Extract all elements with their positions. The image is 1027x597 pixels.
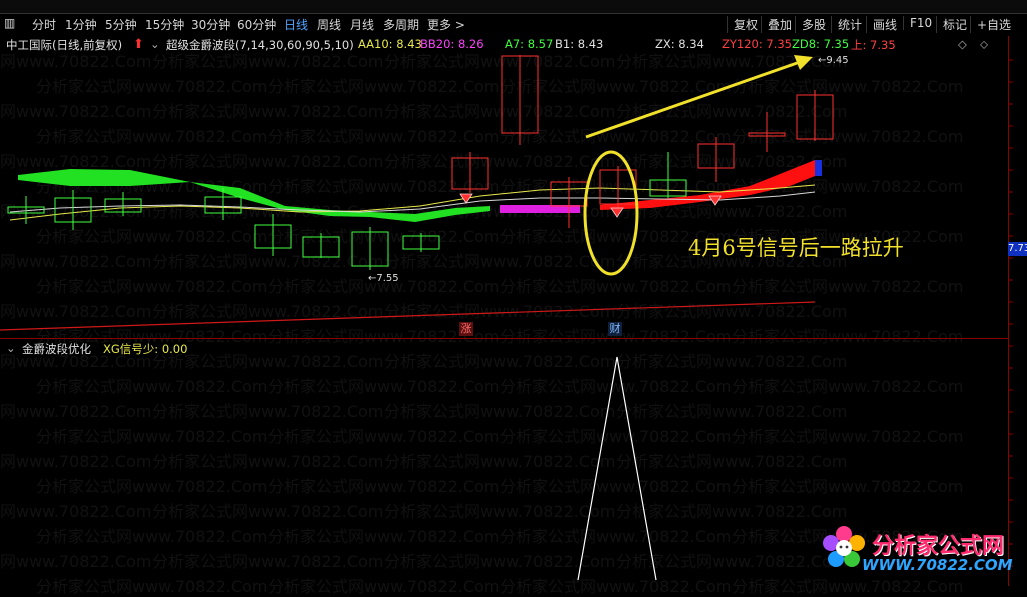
low-price-value: 7.55 <box>376 273 399 284</box>
panel-divider <box>0 338 1008 339</box>
blue-band-tip <box>815 160 822 176</box>
chevron-down-icon[interactable]: ⌄ <box>6 341 16 355</box>
indicator-value-zy120: ZY120: 7.35 <box>722 37 792 51</box>
indicator-value-bb20: BB20: 8.26 <box>420 37 484 51</box>
diamond-icon[interactable]: ◇ <box>958 37 967 51</box>
arrow-up-icon: ⬆ <box>133 37 144 52</box>
indicator-value-aa10: AA10: 8.43 <box>358 37 422 51</box>
signal-tag-cai: 财 <box>608 322 622 336</box>
sub-indicator-value: XG信号少: 0.00 <box>103 342 188 356</box>
diamond-signal-icon <box>610 207 624 218</box>
indicator-value-shang: 上: 7.35 <box>851 38 896 52</box>
sub-indicator-name[interactable]: 金爵波段优化 <box>22 341 91 357</box>
current-price-tag: 7.73 <box>1008 242 1027 256</box>
candlestick-chart <box>0 55 1013 581</box>
expand-icon[interactable]: ⬦ <box>980 37 988 52</box>
low-price-label: ←7.55 <box>368 273 399 284</box>
indicator-value-zx: ZX: 8.34 <box>655 37 704 51</box>
annotation-text: 4月6号信号后一路拉升 <box>688 236 904 260</box>
stock-name: 中工国际(日线,前复权) <box>6 38 123 52</box>
indicator-info-line: 中工国际(日线,前复权) ⬆ ⌄ 超级金爵波段(7,14,30,60,90,5,… <box>0 36 1027 52</box>
green-band <box>18 169 490 222</box>
trend-line <box>0 301 816 331</box>
indicator-value-b1: B1: 8.43 <box>555 37 604 51</box>
signal-tag-zhang: 涨 <box>459 322 473 336</box>
high-price-label: ←9.45 <box>818 55 849 66</box>
annotation-arrow-line <box>585 60 801 139</box>
chevron-down-icon[interactable]: ⌄ <box>150 37 160 51</box>
price-axis: 7.73 <box>1008 36 1027 586</box>
diamond-signal-icon <box>459 193 473 204</box>
logo-url: WWW.70822.COM <box>862 556 1013 574</box>
signal-spike-line <box>577 356 657 581</box>
high-price-value: 9.45 <box>826 55 849 66</box>
indicator-value-a7: A7: 8.57 <box>505 37 554 51</box>
indicator-name[interactable]: 超级金爵波段(7,14,30,60,90,5,10) <box>166 37 354 53</box>
diamond-signal-icon <box>708 195 722 206</box>
indicator-value-zd8: ZD8: 7.35 <box>792 37 850 51</box>
